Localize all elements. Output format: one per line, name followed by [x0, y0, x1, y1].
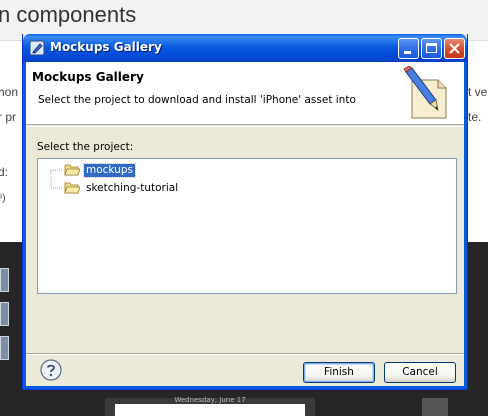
dialog-frame-right	[464, 62, 467, 389]
project-tree[interactable]: mockups sketching-tutorial	[37, 158, 457, 294]
header-description: Select the project to download and insta…	[38, 94, 356, 106]
minimize-icon	[404, 51, 411, 54]
maximize-button[interactable]	[421, 38, 442, 59]
background-text-fragment: ⁹)	[0, 193, 6, 204]
tree-item-label: sketching-tutorial	[86, 181, 179, 194]
help-icon[interactable]	[40, 359, 62, 381]
open-folder-icon	[64, 182, 80, 194]
open-folder-icon	[64, 164, 80, 176]
header-separator	[26, 126, 464, 127]
cancel-button[interactable]: Cancel	[384, 362, 456, 383]
background-tool	[0, 268, 9, 292]
background-tool	[0, 336, 9, 360]
background-dark-block	[422, 398, 448, 416]
footer-separator-highlight	[26, 354, 464, 355]
mockups-gallery-dialog: Mockups Gallery Mockups Gallery Select t…	[22, 34, 468, 390]
background-tool	[0, 302, 9, 326]
pencil-paper-icon	[403, 66, 447, 119]
dialog-title: Mockups Gallery	[50, 40, 162, 54]
finish-button[interactable]: Finish	[303, 362, 375, 383]
background-text-fragment: d:	[0, 165, 9, 179]
background-text-fragment: t ve	[468, 85, 488, 99]
maximize-icon	[426, 43, 437, 53]
dialog-titlebar[interactable]: Mockups Gallery	[23, 34, 467, 62]
background-text-fragment: r pr	[0, 110, 16, 124]
close-button[interactable]	[444, 38, 465, 59]
pencil-app-icon	[29, 40, 45, 56]
dialog-frame-left	[23, 62, 26, 389]
select-project-label: Select the project:	[37, 141, 134, 153]
close-icon	[449, 43, 460, 54]
background-text-fragment: te.	[468, 110, 482, 124]
header-title: Mockups Gallery	[32, 70, 144, 84]
background-phone-date: Wednesday, June 17	[174, 396, 246, 404]
tree-item-label: mockups	[83, 162, 136, 178]
tree-item-sketching-tutorial[interactable]: sketching-tutorial	[64, 181, 180, 195]
tree-item-mockups[interactable]: mockups	[64, 162, 136, 178]
background-phone-screen: Wednesday, June 17	[115, 396, 305, 416]
background-heading: n components	[0, 2, 137, 27]
background-text-fragment: hon	[0, 85, 19, 99]
dialog-frame-bottom	[23, 386, 467, 389]
minimize-button[interactable]	[398, 38, 419, 59]
dialog-header-area: Mockups Gallery Select the project to do…	[26, 62, 464, 125]
background-toolbar	[0, 262, 10, 372]
